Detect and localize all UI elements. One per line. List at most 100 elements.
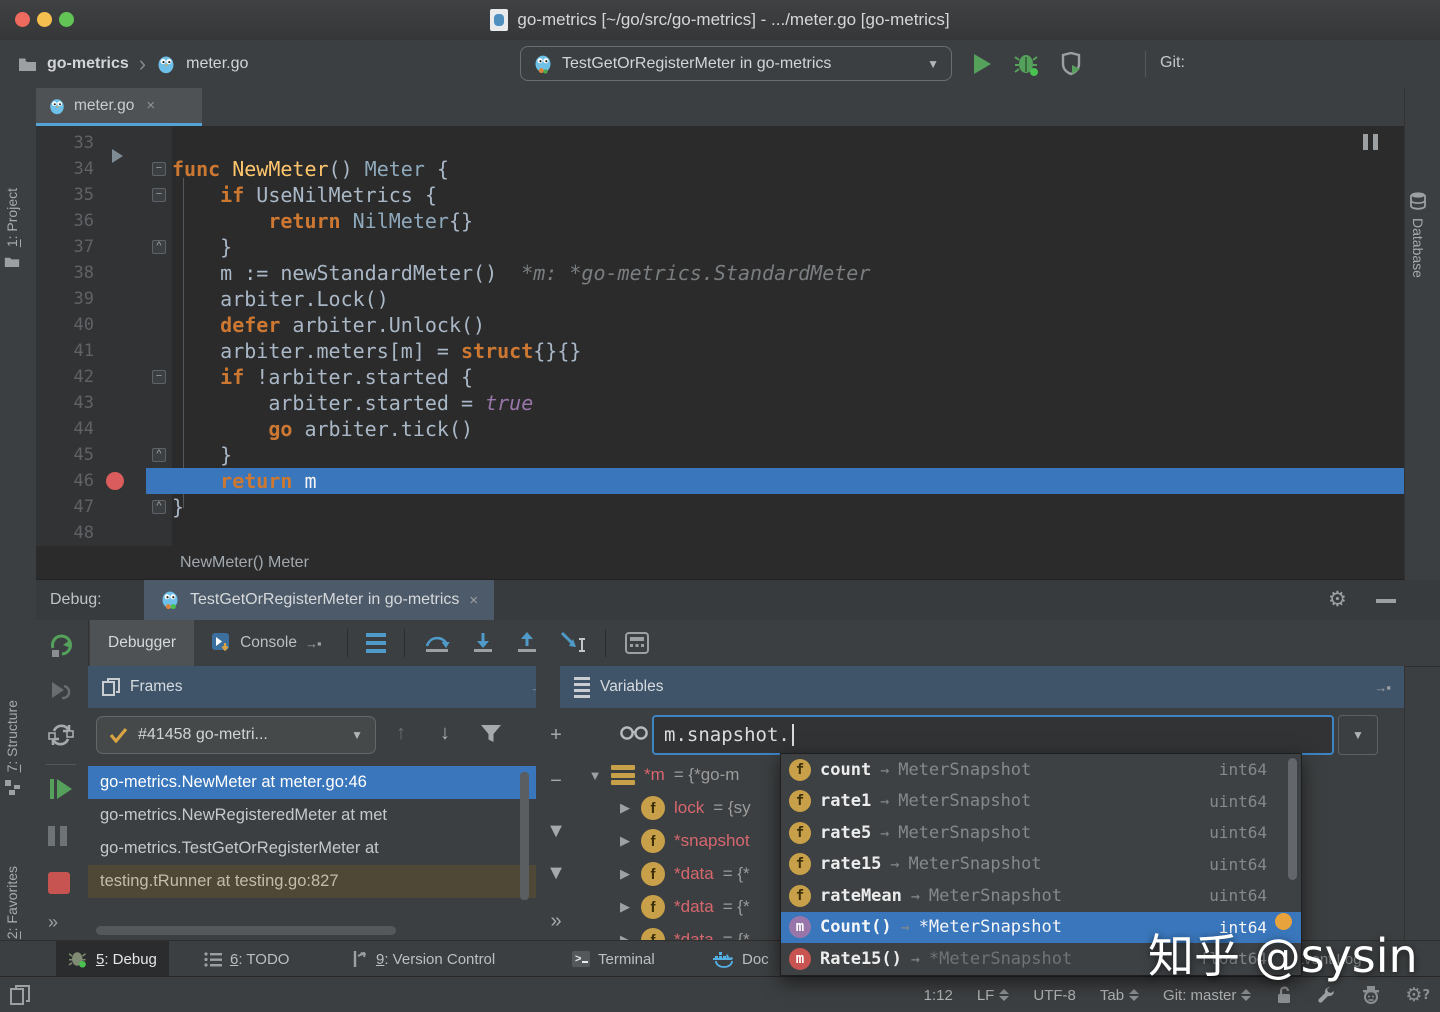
close-tab-icon[interactable]: × — [146, 97, 155, 114]
fold-marker-icon[interactable]: − — [152, 188, 166, 202]
breakpoint-gutter[interactable] — [94, 390, 146, 416]
breakpoint-gutter[interactable] — [94, 520, 146, 546]
code-line[interactable]: 40 defer arbiter.Unlock() — [36, 312, 1404, 338]
popup-scrollbar[interactable] — [1288, 758, 1297, 880]
fold-marker-icon[interactable]: ^ — [152, 500, 166, 514]
tool-button-docker[interactable]: Doc — [700, 941, 781, 977]
caret-position[interactable]: 1:12 — [924, 987, 953, 1004]
line-number[interactable]: 37 — [36, 234, 94, 260]
code-line[interactable]: 43 arbiter.started = true — [36, 390, 1404, 416]
tool-button-debug[interactable]: 5: Debug — [56, 941, 169, 977]
line-number[interactable]: 40 — [36, 312, 94, 338]
debug-button[interactable] — [1014, 52, 1040, 76]
watch-history-dropdown[interactable]: ▼ — [1338, 715, 1378, 755]
wrench-icon[interactable] — [1317, 985, 1337, 1005]
tool-button-terminal[interactable]: > Terminal — [560, 941, 667, 977]
step-out-icon[interactable] — [505, 632, 549, 654]
completion-item[interactable]: f count → MeterSnapshot int64 — [781, 754, 1301, 786]
line-number[interactable]: 47 — [36, 494, 94, 520]
remove-watch-icon[interactable]: − — [536, 770, 576, 793]
completion-item[interactable]: f rateMean → MeterSnapshot uint64 — [781, 880, 1301, 912]
step-into-icon[interactable] — [461, 632, 505, 654]
completion-item[interactable]: f rate5 → MeterSnapshot uint64 — [781, 817, 1301, 849]
line-number[interactable]: 35 — [36, 182, 94, 208]
previous-frame-icon[interactable]: ↑ — [396, 722, 406, 745]
settings-gear-icon[interactable]: ⚙? — [1405, 984, 1430, 1006]
run-to-cursor-icon[interactable] — [549, 631, 597, 655]
run-marker-icon[interactable] — [112, 149, 123, 163]
line-number[interactable]: 48 — [36, 520, 94, 546]
indent-select[interactable]: Tab — [1100, 987, 1139, 1004]
collapse-icon[interactable]: ▼ — [588, 768, 602, 783]
tool-button-project[interactable]: 1: Project — [4, 188, 20, 268]
close-session-icon[interactable]: × — [469, 592, 478, 609]
breakpoint-gutter[interactable] — [94, 234, 146, 260]
show-execution-point-icon[interactable] — [356, 633, 396, 653]
line-number[interactable]: 46 — [36, 468, 94, 494]
breakpoint-gutter[interactable] — [94, 338, 146, 364]
breakpoint-gutter[interactable] — [94, 494, 146, 520]
line-number[interactable]: 41 — [36, 338, 94, 364]
hide-window-icon[interactable] — [1376, 599, 1396, 603]
tool-window-switcher-icon[interactable] — [10, 985, 30, 1005]
move-watch-down-icon[interactable]: ▼ — [536, 862, 576, 885]
fold-marker-icon[interactable]: ^ — [152, 240, 166, 254]
line-number[interactable]: 44 — [36, 416, 94, 442]
tool-button-database[interactable]: Database — [1410, 192, 1426, 278]
breakpoint-gutter[interactable] — [94, 416, 146, 442]
next-frame-icon[interactable]: ↓ — [440, 722, 450, 745]
code-line[interactable]: 47^} — [36, 494, 1404, 520]
code-line[interactable]: 44 go arbiter.tick() — [36, 416, 1404, 442]
breadcrumb-project[interactable]: go-metrics — [47, 55, 129, 73]
variable-row[interactable]: ▶ f *snapshot — [618, 826, 759, 856]
pause-program-icon[interactable] — [48, 826, 67, 846]
thread-select[interactable]: #41458 go-metri... ▼ — [96, 716, 376, 754]
refresh-icon[interactable] — [48, 722, 74, 748]
git-branch-select[interactable]: Git: master — [1163, 987, 1251, 1004]
fold-marker-icon[interactable]: − — [152, 370, 166, 384]
code-line[interactable]: 46 return m — [36, 468, 1404, 494]
evaluate-expression-icon[interactable] — [614, 632, 660, 654]
watch-expression-input[interactable]: m.snapshot. — [652, 715, 1334, 755]
variable-row[interactable]: ▶ f *data = {* — [618, 925, 750, 940]
more-watches-icon[interactable]: » — [536, 910, 576, 933]
variable-row[interactable]: ▼ *m = {*go-m — [588, 760, 739, 790]
breakpoint-gutter[interactable] — [94, 156, 146, 182]
variable-row[interactable]: ▶ f *data = {* — [618, 859, 750, 889]
breakpoint-gutter[interactable] — [94, 208, 146, 234]
code-line[interactable]: 41 arbiter.meters[m] = struct{}{} — [36, 338, 1404, 364]
code-line[interactable]: 34−func NewMeter() Meter { — [36, 156, 1404, 182]
code-line[interactable]: 48 — [36, 520, 1404, 546]
tool-button-version-control[interactable]: 9: Version Control — [340, 941, 507, 977]
code-line[interactable]: 45^ } — [36, 442, 1404, 468]
step-over-icon[interactable] — [413, 632, 461, 654]
line-number[interactable]: 36 — [36, 208, 94, 234]
breadcrumb-file[interactable]: meter.go — [186, 55, 248, 73]
frame-row[interactable]: go-metrics.NewRegisteredMeter at met — [88, 799, 536, 832]
tool-button-structure[interactable]: 7: Structure — [4, 700, 20, 795]
line-ending-select[interactable]: LF — [977, 987, 1010, 1004]
code-line[interactable]: 36 return NilMeter{} — [36, 208, 1404, 234]
line-number[interactable]: 39 — [36, 286, 94, 312]
rerun-icon[interactable] — [48, 632, 74, 658]
fold-marker-icon[interactable]: ^ — [152, 448, 166, 462]
unlock-icon[interactable] — [1275, 986, 1293, 1004]
editor-breadcrumb[interactable]: NewMeter() Meter — [36, 546, 1404, 580]
code-line[interactable]: 38 m := newStandardMeter() *m: *go-metri… — [36, 260, 1404, 286]
stop-process-icon[interactable] — [48, 872, 70, 894]
add-watch-icon[interactable]: + — [536, 724, 576, 747]
code-line[interactable]: 39 arbiter.Lock() — [36, 286, 1404, 312]
rerun-failed-tests-icon[interactable] — [48, 678, 74, 704]
breakpoint-gutter[interactable] — [94, 260, 146, 286]
breakpoint-gutter[interactable] — [94, 468, 146, 494]
completion-item[interactable]: f rate15 → MeterSnapshot uint64 — [781, 849, 1301, 881]
frame-row[interactable]: go-metrics.TestGetOrRegisterMeter at — [88, 832, 536, 865]
expand-icon[interactable]: ▶ — [618, 866, 632, 882]
run-configuration-select[interactable]: TestGetOrRegisterMeter in go-metrics ▼ — [520, 46, 952, 81]
code-line[interactable]: 37^ } — [36, 234, 1404, 260]
breakpoint-gutter[interactable] — [94, 182, 146, 208]
move-watch-up-icon[interactable]: ▼ — [536, 820, 576, 843]
line-number[interactable]: 33 — [36, 130, 94, 156]
expand-icon[interactable]: ▶ — [618, 833, 632, 849]
code-line[interactable]: 33 — [36, 130, 1404, 156]
